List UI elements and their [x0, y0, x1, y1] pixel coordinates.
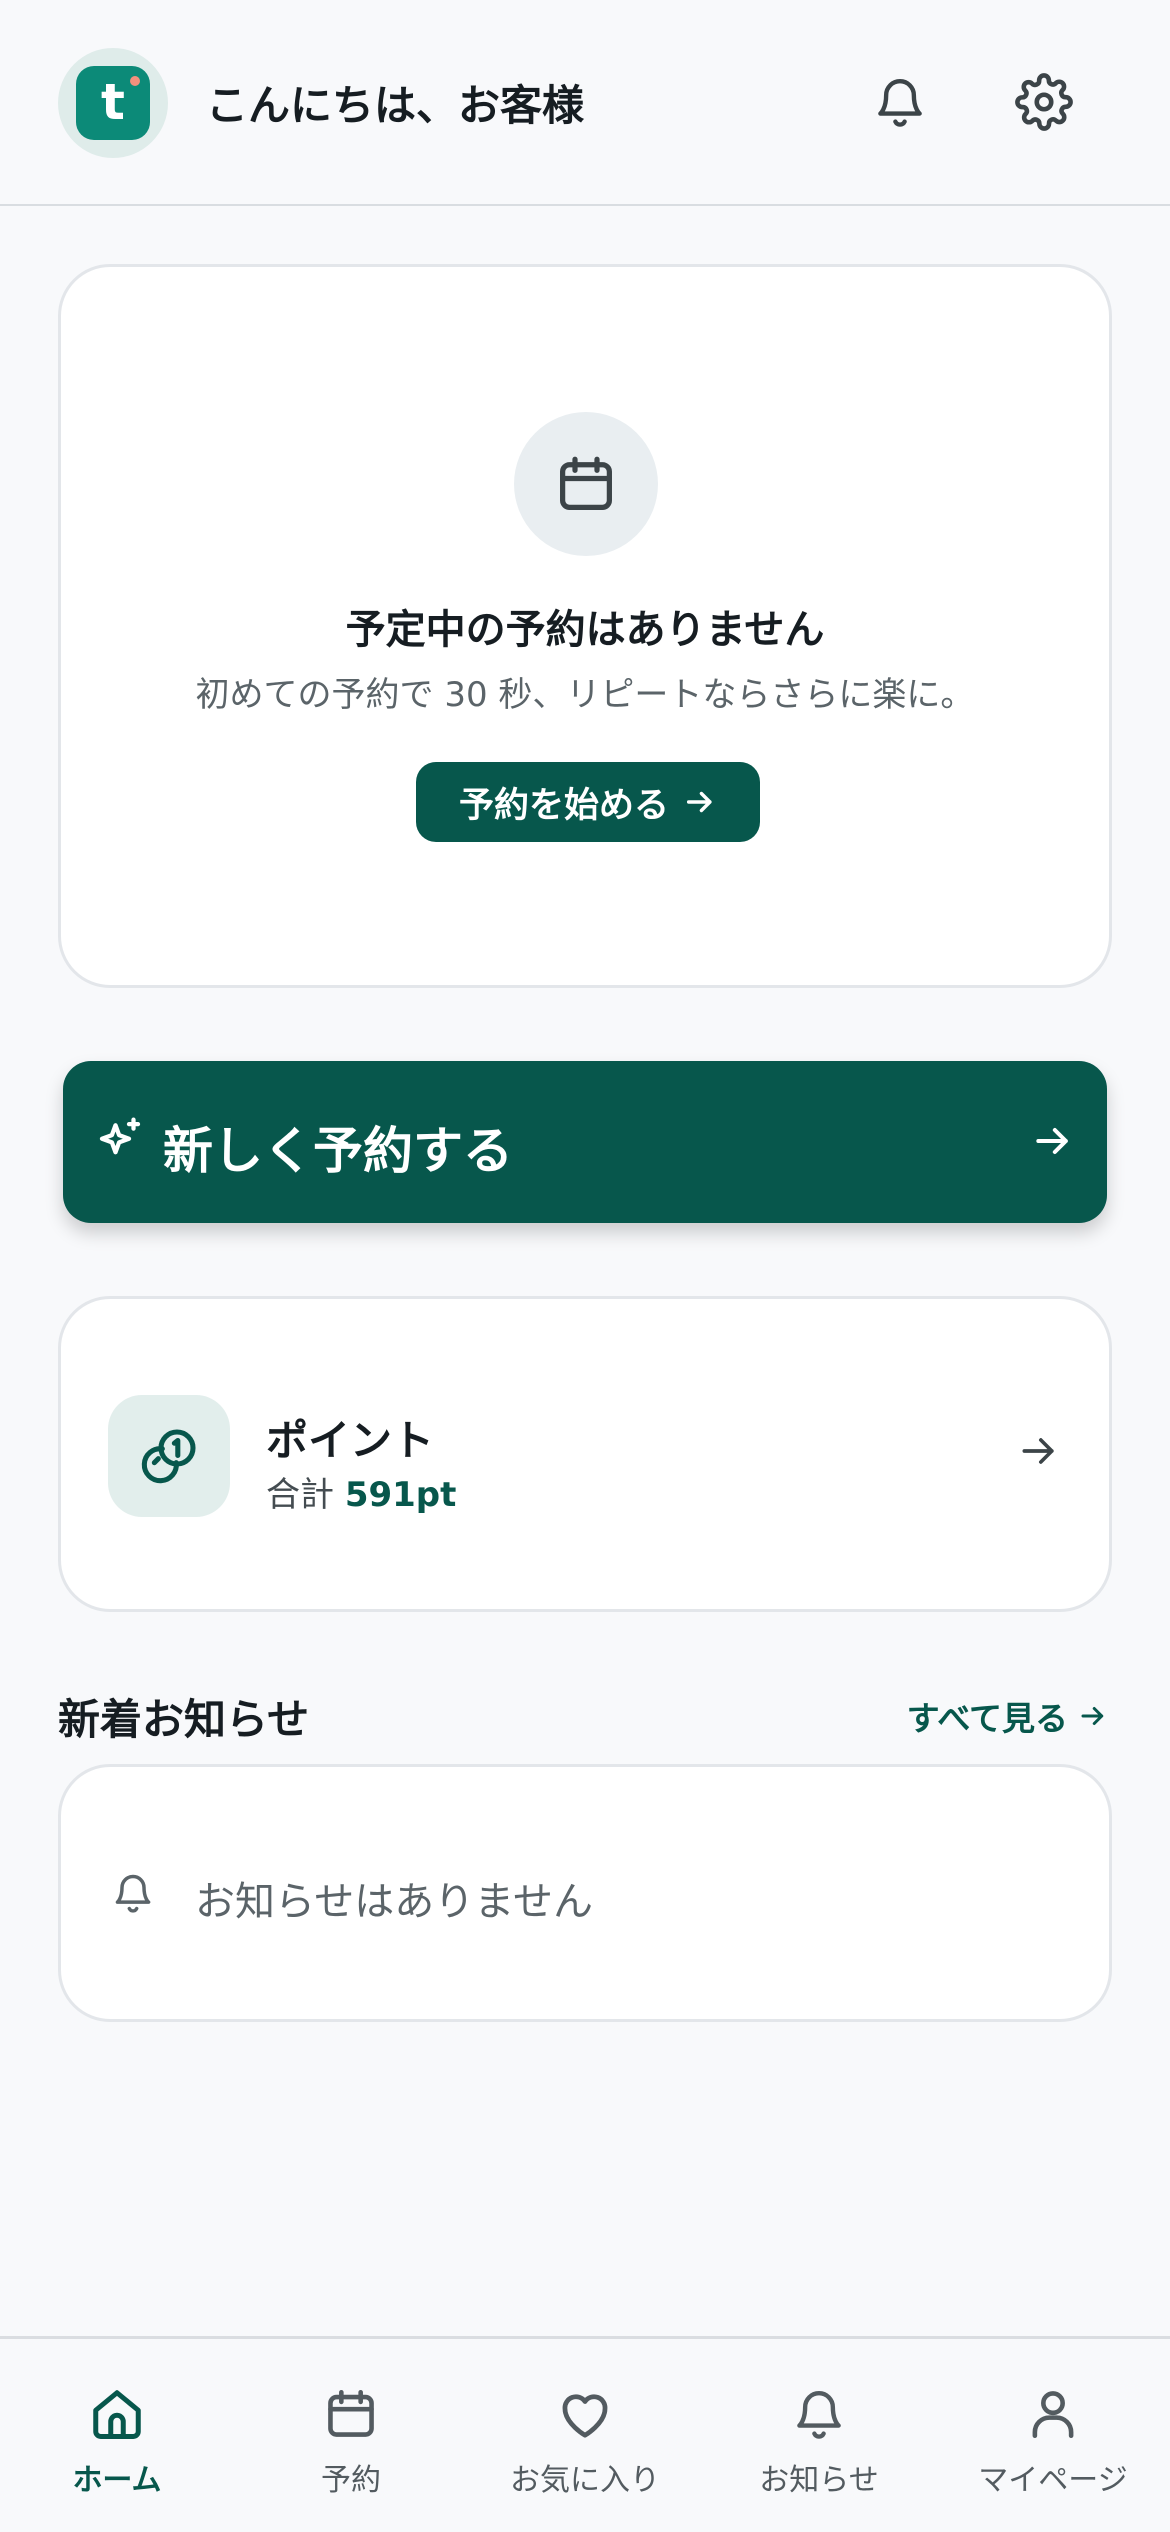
empty-booking-subtitle: 初めての予約で 30 秒、リピートならさらに楽に。 — [195, 675, 975, 715]
start-booking-button[interactable]: 予約を始める — [416, 762, 760, 842]
calendar-icon — [514, 412, 658, 556]
news-heading: 新着お知らせ — [58, 1695, 310, 1744]
avatar[interactable]: t — [58, 48, 168, 158]
new-booking-button[interactable]: 新しく予約する — [63, 1061, 1107, 1223]
coins-icon — [108, 1395, 230, 1517]
greeting-text: こんにちは、お客様 — [206, 81, 585, 130]
avatar-letter: t — [101, 73, 125, 131]
bell-icon — [791, 2381, 847, 2447]
bell-icon[interactable] — [860, 62, 940, 142]
nav-booking-label: 予約 — [321, 2463, 381, 2498]
sparkle-icon — [99, 1117, 141, 1155]
nav-home-label: ホーム — [72, 2463, 162, 2498]
new-booking-label: 新しく予約する — [163, 1122, 513, 1180]
start-booking-label: 予約を始める — [458, 785, 669, 826]
nav-favorites[interactable]: お気に入り — [468, 2339, 702, 2532]
news-empty-text: お知らせはありません — [195, 1879, 593, 1925]
calendar-icon — [322, 2381, 380, 2447]
empty-booking-title: 予定中の予約はありません — [345, 607, 825, 653]
arrow-right-icon — [1036, 1127, 1068, 1155]
app-root: t こんにちは、お客様 予定中の予約はありません 初めての予約で 30 秒、リピ… — [0, 0, 1170, 2532]
points-title: ポイント — [266, 1416, 435, 1465]
arrow-right-icon — [686, 791, 712, 813]
nav-mypage[interactable]: マイページ — [936, 2339, 1170, 2532]
points-total-value: 591pt — [344, 1475, 457, 1515]
points-card[interactable]: ポイント 合計 591pt — [58, 1296, 1112, 1612]
points-total-label: 合計 — [266, 1475, 334, 1515]
nav-favorites-label: お気に入り — [510, 2463, 660, 2498]
nav-mypage-label: マイページ — [978, 2463, 1128, 2498]
nav-news-label: お知らせ — [759, 2463, 879, 2498]
heart-icon — [555, 2381, 615, 2447]
user-icon — [1024, 2381, 1082, 2447]
see-all-link[interactable]: すべて見る — [907, 1692, 1108, 1740]
nav-booking[interactable]: 予約 — [234, 2339, 468, 2532]
arrow-right-icon — [1022, 1438, 1054, 1464]
home-icon — [87, 2381, 147, 2447]
bell-icon — [115, 1874, 151, 1913]
top-header: t こんにちは、お客様 — [0, 0, 1170, 206]
empty-booking-card: 予定中の予約はありません 初めての予約で 30 秒、リピートならさらに楽に。 予… — [58, 264, 1112, 988]
bottom-nav: ホーム 予約 お気に入り お知らせ マイページ — [0, 2336, 1170, 2532]
news-empty-card: お知らせはありません — [58, 1764, 1112, 2022]
nav-news[interactable]: お知らせ — [702, 2339, 936, 2532]
arrow-right-icon — [1081, 1707, 1104, 1725]
notification-dot — [130, 76, 140, 86]
points-total: 合計 591pt — [266, 1467, 456, 1516]
see-all-label: すべて見る — [906, 1699, 1068, 1738]
gear-icon[interactable] — [1004, 62, 1084, 142]
nav-home[interactable]: ホーム — [0, 2339, 234, 2532]
avatar-logo: t — [76, 66, 150, 140]
